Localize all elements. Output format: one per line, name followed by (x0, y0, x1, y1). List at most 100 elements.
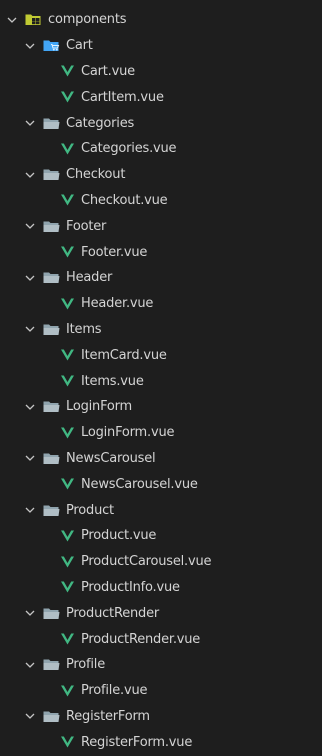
tree-item-label: Footer.vue (81, 244, 148, 260)
folder-open-icon (43, 504, 60, 517)
file-explorer-tree: components Cart Cart.vue CartItem.vue Categ… (0, 0, 322, 756)
tree-item-label: Cart (66, 38, 93, 54)
vue-file-icon (61, 65, 74, 77)
folder-open-icon (43, 607, 60, 620)
tree-item-components[interactable]: components (0, 7, 322, 33)
tree-item-registerform[interactable]: RegisterForm (0, 704, 322, 730)
chevron-down-icon[interactable] (24, 40, 36, 52)
tree-item-label: NewsCarousel.vue (81, 476, 198, 492)
tree-item-file-loginform-vue[interactable]: LoginForm.vue (0, 420, 322, 446)
tree-item-label: LoginForm (66, 399, 133, 415)
chevron-down-icon[interactable] (24, 452, 36, 464)
vue-file-icon (61, 91, 74, 103)
tree-item-label: Cart.vue (81, 63, 135, 79)
folder-open-icon (43, 658, 60, 671)
chevron-down-icon[interactable] (24, 220, 36, 232)
folder-open-icon (43, 400, 60, 413)
tree-item-file-profile-vue[interactable]: Profile.vue (0, 678, 322, 704)
tree-item-items[interactable]: Items (0, 317, 322, 343)
tree-item-file-product-vue[interactable]: Product.vue (0, 523, 322, 549)
folder-open-icon (43, 452, 60, 465)
tree-item-label: Checkout (66, 167, 126, 183)
tree-item-label: ProductCarousel.vue (81, 554, 212, 570)
tree-item-label: Footer (66, 218, 107, 234)
vue-file-icon (61, 581, 74, 593)
folder-open-icon (43, 710, 60, 723)
chevron-down-icon[interactable] (24, 659, 36, 671)
vue-file-icon (61, 685, 74, 697)
tree-item-footer[interactable]: Footer (0, 213, 322, 239)
vue-file-icon (61, 556, 74, 568)
tree-item-loginform[interactable]: LoginForm (0, 394, 322, 420)
tree-item-label: Header.vue (81, 296, 154, 312)
cart-folder-open-icon (43, 39, 60, 52)
vue-file-icon (61, 246, 74, 258)
tree-item-file-registerform-vue[interactable]: RegisterForm.vue (0, 729, 322, 755)
tree-item-cart[interactable]: Cart (0, 33, 322, 59)
vue-file-icon (61, 530, 74, 542)
folder-open-icon (43, 323, 60, 336)
tree-item-product[interactable]: Product (0, 497, 322, 523)
tree-item-label: NewsCarousel (66, 450, 156, 466)
folder-open-icon (43, 220, 60, 233)
tree-item-file-productinfo-vue[interactable]: ProductInfo.vue (0, 575, 322, 601)
tree-item-file-checkout-vue[interactable]: Checkout.vue (0, 188, 322, 214)
tree-item-file-productcarousel-vue[interactable]: ProductCarousel.vue (0, 549, 322, 575)
folder-open-icon (43, 271, 60, 284)
vue-file-icon (61, 143, 74, 155)
chevron-down-icon[interactable] (24, 401, 36, 413)
chevron-down-icon[interactable] (24, 272, 36, 284)
chevron-down-icon[interactable] (24, 323, 36, 335)
tree-item-file-itemcard-vue[interactable]: ItemCard.vue (0, 342, 322, 368)
tree-item-label: CartItem.vue (81, 89, 164, 105)
tree-item-categories[interactable]: Categories (0, 110, 322, 136)
tree-item-label: Categories (66, 115, 135, 131)
vue-file-icon (61, 298, 74, 310)
tree-item-label: RegisterForm.vue (81, 734, 193, 750)
tree-item-file-categories-vue[interactable]: Categories.vue (0, 136, 322, 162)
tree-item-header[interactable]: Header (0, 265, 322, 291)
tree-item-file-footer-vue[interactable]: Footer.vue (0, 239, 322, 265)
chevron-down-icon[interactable] (24, 117, 36, 129)
tree-item-newscarousel[interactable]: NewsCarousel (0, 446, 322, 472)
chevron-down-icon[interactable] (24, 169, 36, 181)
vue-file-icon (61, 375, 74, 387)
tree-item-label: ProductRender.vue (81, 631, 201, 647)
tree-item-label: RegisterForm (66, 708, 150, 724)
vue-file-icon (61, 633, 74, 645)
folder-open-icon (43, 117, 60, 130)
chevron-down-icon[interactable] (6, 14, 18, 26)
tree-item-profile[interactable]: Profile (0, 652, 322, 678)
tree-item-label: components (48, 12, 127, 28)
vue-file-icon (61, 194, 74, 206)
tree-item-label: Items (66, 321, 102, 337)
tree-item-file-items-vue[interactable]: Items.vue (0, 368, 322, 394)
tree-item-label: Product (66, 502, 114, 518)
vue-file-icon (61, 478, 74, 490)
tree-item-label: Profile.vue (81, 683, 148, 699)
tree-item-label: ItemCard.vue (81, 347, 167, 363)
tree-item-file-newscarousel-vue[interactable]: NewsCarousel.vue (0, 471, 322, 497)
tree-item-label: Profile (66, 657, 106, 673)
tree-item-label: Items.vue (81, 373, 144, 389)
tree-item-file-cart-vue[interactable]: Cart.vue (0, 59, 322, 85)
tree-item-label: Checkout.vue (81, 192, 168, 208)
tree-item-label: Categories.vue (81, 141, 177, 157)
vue-file-icon (61, 427, 74, 439)
tree-item-file-header-vue[interactable]: Header.vue (0, 291, 322, 317)
tree-item-label: LoginForm.vue (81, 425, 175, 441)
tree-item-label: ProductInfo.vue (81, 579, 180, 595)
tree-item-checkout[interactable]: Checkout (0, 162, 322, 188)
vue-file-icon (61, 349, 74, 361)
chevron-down-icon[interactable] (24, 710, 36, 722)
tree-item-label: Header (66, 270, 113, 286)
folder-list: Cart Cart.vue CartItem.vue Categories Catego… (0, 33, 322, 755)
chevron-down-icon[interactable] (24, 504, 36, 516)
tree-item-file-cartitem-vue[interactable]: CartItem.vue (0, 84, 322, 110)
tree-item-file-productrender-vue[interactable]: ProductRender.vue (0, 626, 322, 652)
folder-open-icon (43, 168, 60, 181)
chevron-down-icon[interactable] (24, 607, 36, 619)
components-folder-open-icon (25, 13, 42, 26)
tree-item-productrender[interactable]: ProductRender (0, 600, 322, 626)
tree-item-label: ProductRender (66, 605, 160, 621)
